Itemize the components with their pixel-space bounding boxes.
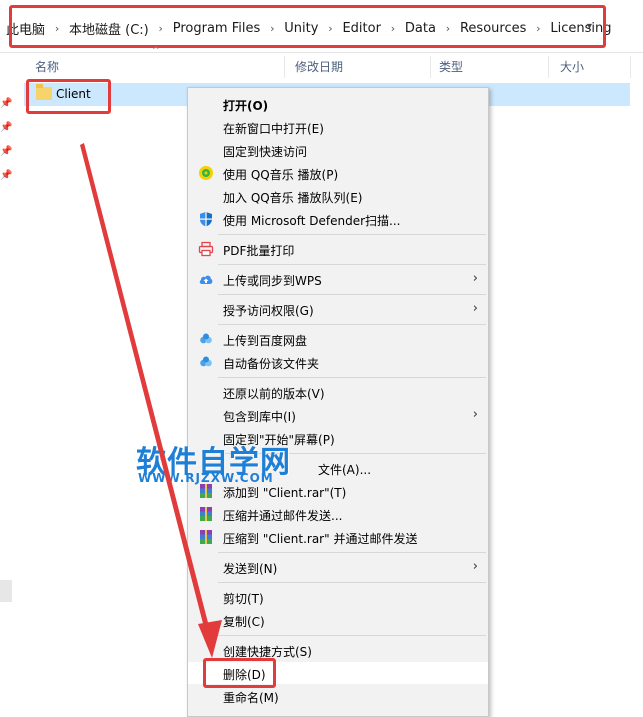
sort-caret-icon: ^ <box>152 46 160 56</box>
column-headers: 名称 修改日期 类型 大小 <box>0 52 643 78</box>
menu-rename[interactable]: 重命名(M) <box>188 685 488 707</box>
menu-include-library[interactable]: 包含到库中(I) › <box>188 404 488 426</box>
chevron-right-icon: › <box>472 559 478 574</box>
menu-restore-versions[interactable]: 还原以前的版本(V) <box>188 381 488 403</box>
menu-defender-scan[interactable]: 使用 Microsoft Defender扫描... <box>188 208 488 230</box>
baidu-netdisk-icon <box>200 356 212 367</box>
nav-pane-item[interactable] <box>0 580 12 602</box>
winrar-icon <box>200 484 212 498</box>
watermark-url: WWW.RJZXW.COM <box>138 471 274 485</box>
baidu-netdisk-icon <box>200 333 212 344</box>
column-size[interactable]: 大小 <box>560 58 584 75</box>
pin-icon[interactable]: 📌 <box>0 170 12 181</box>
menu-compress-rar-email[interactable]: 压缩到 "Client.rar" 并通过邮件发送 <box>188 526 488 548</box>
column-name[interactable]: 名称 <box>35 58 59 75</box>
menu-open[interactable]: 打开(O) <box>188 93 488 115</box>
qq-music-icon <box>199 166 213 180</box>
chevron-right-icon: › <box>472 407 478 422</box>
column-modified[interactable]: 修改日期 <box>295 58 343 75</box>
menu-pdf-print[interactable]: PDF批量打印 <box>188 238 488 260</box>
menu-cut[interactable]: 剪切(T) <box>188 586 488 608</box>
column-type[interactable]: 类型 <box>439 58 463 75</box>
winrar-icon <box>200 507 212 521</box>
context-menu: 打开(O) 在新窗口中打开(E) 固定到快速访问 使用 QQ音乐 播放(P) 加… <box>187 87 489 717</box>
menu-qq-play[interactable]: 使用 QQ音乐 播放(P) <box>188 162 488 184</box>
pin-icon[interactable]: 📌 <box>0 98 12 109</box>
menu-open-new-window[interactable]: 在新窗口中打开(E) <box>188 116 488 138</box>
winrar-icon <box>200 530 212 544</box>
printer-icon <box>198 241 214 257</box>
delete-highlight-box <box>203 658 276 688</box>
shield-icon <box>200 212 212 227</box>
menu-wps-upload[interactable]: 上传或同步到WPS › <box>188 268 488 290</box>
menu-grant-access[interactable]: 授予访问权限(G) › <box>188 298 488 320</box>
file-highlight-box <box>26 79 111 114</box>
menu-send-to[interactable]: 发送到(N) › <box>188 556 488 578</box>
menu-copy[interactable]: 复制(C) <box>188 609 488 631</box>
chevron-right-icon: › <box>472 301 478 316</box>
menu-qq-queue[interactable]: 加入 QQ音乐 播放队列(E) <box>188 185 488 207</box>
menu-baidu-backup[interactable]: 自动备份该文件夹 <box>188 351 488 373</box>
menu-baidu-upload[interactable]: 上传到百度网盘 <box>188 328 488 350</box>
pin-icon[interactable]: 📌 <box>0 122 12 133</box>
menu-compress-email[interactable]: 压缩并通过邮件发送... <box>188 503 488 525</box>
pin-icon[interactable]: 📌 <box>0 146 12 157</box>
breadcrumb-highlight-box <box>9 5 606 48</box>
chevron-right-icon: › <box>472 271 478 286</box>
menu-pin-quick-access[interactable]: 固定到快速访问 <box>188 139 488 161</box>
cloud-upload-icon <box>199 275 213 284</box>
